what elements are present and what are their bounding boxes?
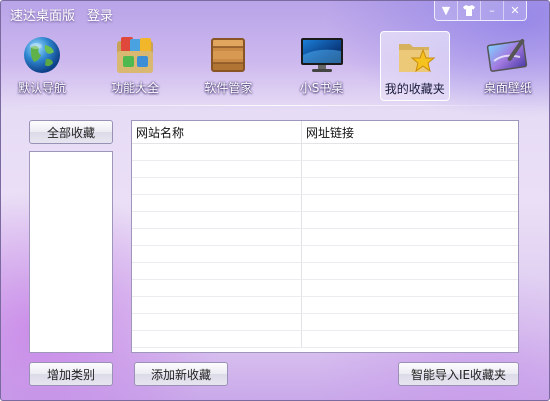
nav-item-features[interactable]: 功能大全 <box>100 31 170 101</box>
cell-url <box>302 246 518 262</box>
favorites-table[interactable]: 网站名称 网址链接 <box>131 120 519 353</box>
table-row[interactable] <box>132 280 518 297</box>
table-row[interactable] <box>132 331 518 348</box>
cell-site-name <box>132 280 302 296</box>
nav-item-desk[interactable]: 小S书桌 <box>287 31 357 101</box>
cell-url <box>302 144 518 160</box>
main-nav: 默认导航 功能大全 软件管家 小S书桌 我的收藏夹 桌面壁纸 <box>7 31 543 101</box>
cell-url <box>302 331 518 347</box>
cell-site-name <box>132 297 302 313</box>
nav-item-my-favorites[interactable]: 我的收藏夹 <box>379 31 450 101</box>
cell-url <box>302 161 518 177</box>
table-row[interactable] <box>132 144 518 161</box>
table-row[interactable] <box>132 314 518 331</box>
table-row[interactable] <box>132 161 518 178</box>
column-header-site-name[interactable]: 网站名称 <box>132 121 302 143</box>
wallpaper-icon <box>485 34 531 76</box>
nav-label: 我的收藏夹 <box>384 82 445 96</box>
nav-label: 桌面壁纸 <box>483 81 532 95</box>
app-folder-icon <box>112 34 158 76</box>
nav-divider <box>9 105 541 106</box>
cell-url <box>302 195 518 211</box>
cell-url <box>302 212 518 228</box>
window-controls: ▼ – ✕ <box>434 1 527 21</box>
add-category-button[interactable]: 增加类别 <box>29 362 113 386</box>
cell-site-name <box>132 246 302 262</box>
table-header: 网站名称 网址链接 <box>132 121 518 144</box>
nav-label: 默认导航 <box>17 81 66 95</box>
table-row[interactable] <box>132 195 518 212</box>
table-row[interactable] <box>132 297 518 314</box>
column-header-url[interactable]: 网址链接 <box>302 121 518 143</box>
cell-url <box>302 263 518 279</box>
cell-site-name <box>132 161 302 177</box>
nav-label: 功能大全 <box>111 81 160 95</box>
table-row[interactable] <box>132 229 518 246</box>
globe-icon <box>19 34 65 76</box>
nav-label: 小S书桌 <box>299 81 344 95</box>
wooden-box-icon <box>205 34 251 76</box>
nav-item-wallpaper[interactable]: 桌面壁纸 <box>473 31 543 101</box>
add-favorite-button[interactable]: 添加新收藏 <box>134 362 228 386</box>
cell-url <box>302 229 518 245</box>
monitor-icon <box>299 34 345 76</box>
close-icon[interactable]: ✕ <box>503 1 526 20</box>
nav-item-software-manager[interactable]: 软件管家 <box>193 31 263 101</box>
nav-label: 软件管家 <box>204 81 253 95</box>
cell-site-name <box>132 263 302 279</box>
cell-site-name <box>132 331 302 347</box>
app-title: 速达桌面版 <box>10 9 76 24</box>
minimize-icon[interactable]: – <box>480 1 503 20</box>
table-row[interactable] <box>132 263 518 280</box>
cell-url <box>302 280 518 296</box>
title-bar: 速达桌面版 登录 <box>10 5 125 24</box>
skin-icon[interactable] <box>457 1 480 20</box>
table-row[interactable] <box>132 246 518 263</box>
cell-site-name <box>132 144 302 160</box>
nav-item-default-navigation[interactable]: 默认导航 <box>7 31 77 101</box>
category-list[interactable] <box>29 151 113 353</box>
cell-site-name <box>132 178 302 194</box>
cell-site-name <box>132 229 302 245</box>
cell-url <box>302 178 518 194</box>
cell-site-name <box>132 212 302 228</box>
table-body <box>132 144 518 348</box>
cell-url <box>302 314 518 330</box>
cell-url <box>302 297 518 313</box>
folder-star-icon <box>392 35 438 77</box>
table-row[interactable] <box>132 178 518 195</box>
import-ie-favorites-button[interactable]: 智能导入IE收藏夹 <box>398 362 519 386</box>
table-row[interactable] <box>132 212 518 229</box>
all-favorites-button[interactable]: 全部收藏 <box>29 120 113 144</box>
app-window: 速达桌面版 登录 ▼ – ✕ 默认导航 功能大全 软件管家 小S书桌 我的收藏夹… <box>0 0 550 401</box>
cell-site-name <box>132 195 302 211</box>
login-link[interactable]: 登录 <box>87 9 113 24</box>
cell-site-name <box>132 314 302 330</box>
menu-dropdown-icon[interactable]: ▼ <box>435 1 457 20</box>
